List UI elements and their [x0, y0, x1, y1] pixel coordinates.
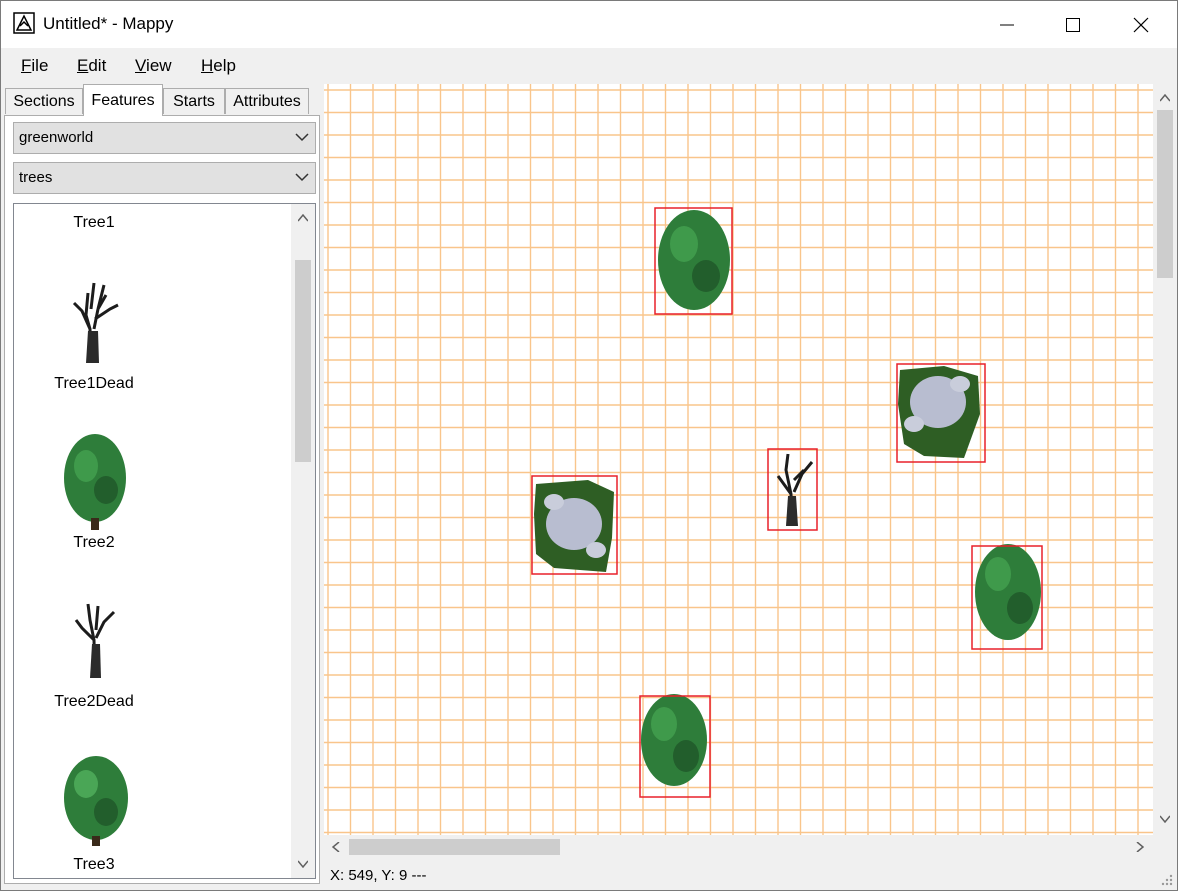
feature-label: Tree3 [73, 856, 115, 873]
scrollbar-thumb[interactable] [1157, 110, 1173, 278]
menu-view-mnemonic: V [135, 56, 147, 75]
feature-label: Tree2Dead [54, 693, 134, 710]
maximize-button[interactable] [1039, 1, 1107, 48]
window-title: Untitled* - Mappy [43, 14, 174, 33]
close-button[interactable] [1107, 1, 1175, 48]
chevron-down-icon [295, 173, 309, 182]
tree1-thumbnail [84, 203, 108, 206]
placed-tree[interactable] [639, 694, 711, 798]
dead-tree-icon [72, 282, 119, 364]
scroll-left-icon[interactable] [332, 842, 340, 852]
tab-features[interactable]: Features [83, 84, 163, 116]
menu-view-label: iew [146, 56, 172, 75]
category-select[interactable]: trees [13, 162, 316, 194]
menu-view[interactable]: View [135, 56, 172, 76]
menu-file-label: ile [31, 56, 49, 75]
feature-item-tree2dead[interactable]: Tree2Dead [14, 600, 174, 720]
feature-label: Tree1 [73, 214, 115, 231]
resize-grip-icon[interactable] [1159, 872, 1173, 886]
app-window: Untitled* - Mappy File Edit View Help Se… [0, 0, 1178, 891]
tab-starts[interactable]: Starts [163, 88, 225, 114]
menu-edit[interactable]: Edit [77, 56, 106, 76]
title-bar: Untitled* - Mappy [1, 1, 1177, 48]
menu-edit-label: dit [88, 56, 107, 75]
scroll-down-icon[interactable] [1160, 815, 1170, 823]
menu-file-mnemonic: F [21, 56, 32, 75]
placed-tree[interactable] [971, 544, 1043, 650]
minimize-button[interactable] [973, 1, 1041, 48]
map-view [324, 84, 1177, 859]
map-canvas[interactable] [324, 84, 1153, 835]
world-select-value: greenworld [19, 129, 94, 146]
tab-attributes[interactable]: Attributes [225, 88, 309, 114]
menu-help-label: elp [213, 56, 236, 75]
mappy-app-icon [13, 12, 35, 34]
status-coordinates: X: 549, Y: 9 --- [330, 867, 427, 884]
placed-rocks[interactable] [531, 475, 618, 575]
scroll-up-icon[interactable] [298, 214, 308, 222]
category-select-value: trees [19, 169, 53, 186]
placed-tree[interactable] [654, 207, 733, 315]
map-horizontal-scrollbar[interactable] [324, 835, 1153, 859]
chevron-down-icon [295, 133, 309, 142]
tree-icon [64, 434, 126, 530]
tab-sections[interactable]: Sections [5, 88, 83, 114]
menu-help-mnemonic: H [201, 56, 214, 75]
feature-item-tree2[interactable]: Tree2 [14, 432, 174, 557]
features-panel: greenworld trees Tree1 Tree1Dead Tree2 T… [4, 115, 320, 884]
maximize-icon [1066, 17, 1080, 32]
scrollbar-thumb[interactable] [349, 839, 560, 855]
world-select[interactable]: greenworld [13, 122, 316, 154]
menu-bar: File Edit View Help [1, 48, 1177, 82]
feature-list-scrollbar[interactable] [291, 204, 315, 878]
menu-file[interactable]: File [21, 56, 48, 76]
placed-rocks[interactable] [896, 363, 986, 463]
scrollbar-corner [1153, 835, 1177, 859]
feature-item-tree1dead[interactable]: Tree1Dead [14, 274, 174, 394]
panel-tabs: Sections Features Starts Attributes [1, 84, 323, 116]
feature-item-tree3[interactable]: Tree3 [14, 754, 174, 878]
tree-icon [64, 756, 128, 846]
minimize-icon [1000, 24, 1014, 25]
map-grid[interactable] [324, 84, 1153, 835]
map-vertical-scrollbar[interactable] [1153, 84, 1177, 835]
feature-list[interactable]: Tree1 Tree1Dead Tree2 Tree2Dead Tree3 [13, 203, 316, 879]
scrollbar-thumb[interactable] [295, 260, 311, 462]
scroll-up-icon[interactable] [1160, 94, 1170, 102]
menu-help[interactable]: Help [201, 56, 236, 76]
close-icon [1133, 17, 1149, 32]
scroll-right-icon[interactable] [1136, 842, 1144, 852]
feature-item-tree1[interactable]: Tree1 [14, 204, 174, 244]
feature-label: Tree1Dead [54, 375, 134, 392]
feature-label: Tree2 [73, 534, 115, 551]
dead-tree-icon [74, 603, 116, 679]
scroll-down-icon[interactable] [298, 860, 308, 868]
status-bar: X: 549, Y: 9 --- [324, 860, 1177, 890]
menu-edit-mnemonic: E [77, 56, 89, 75]
